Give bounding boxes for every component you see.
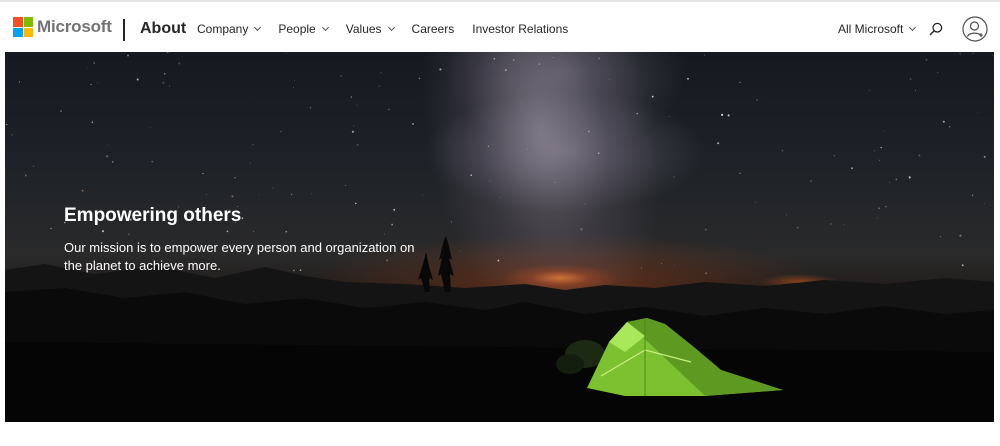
landscape-illustration bbox=[5, 236, 994, 422]
chevron-down-icon bbox=[387, 23, 395, 32]
account-avatar-icon[interactable] bbox=[962, 16, 988, 42]
logo-square-blue bbox=[13, 27, 23, 37]
nav-item-careers[interactable]: Careers bbox=[412, 22, 455, 36]
nav-item-investor-relations[interactable]: Investor Relations bbox=[472, 22, 568, 36]
nav-item-label: Investor Relations bbox=[472, 22, 569, 36]
nav-item-label: Company bbox=[197, 22, 249, 36]
chevron-down-icon bbox=[909, 23, 917, 32]
nav-item-company[interactable]: Company bbox=[197, 22, 262, 36]
page-bottom bbox=[0, 422, 1000, 446]
brand-name: Microsoft bbox=[37, 17, 112, 36]
hero-banner: Empowering others Our mission is to empo… bbox=[5, 52, 994, 422]
search-icon[interactable] bbox=[929, 22, 943, 36]
header-divider bbox=[123, 19, 125, 41]
logo-square-red bbox=[13, 17, 23, 27]
hero-mission-text: Our mission is to empower every person a… bbox=[64, 240, 415, 273]
section-title-link[interactable]: About bbox=[140, 20, 186, 38]
nav-item-label: Careers bbox=[411, 22, 455, 36]
microsoft-logo-icon bbox=[13, 17, 33, 37]
microsoft-logo[interactable]: Microsoft bbox=[13, 17, 112, 37]
site-header: Microsoft About Company People Values Ca… bbox=[0, 2, 1000, 52]
nav-item-values[interactable]: Values bbox=[345, 22, 395, 36]
chevron-down-icon bbox=[254, 23, 262, 32]
logo-square-green bbox=[23, 17, 33, 27]
nav-item-label: Values bbox=[345, 22, 382, 36]
nav-item-label: People bbox=[278, 22, 316, 36]
nav-item-people[interactable]: People bbox=[278, 22, 329, 36]
hero-title: Empowering others bbox=[64, 205, 242, 226]
all-microsoft-menu[interactable]: All Microsoft bbox=[838, 22, 917, 36]
main-nav: Company People Values Careers Investor R… bbox=[197, 22, 586, 36]
logo-square-yellow bbox=[23, 27, 33, 37]
chevron-down-icon bbox=[321, 23, 329, 32]
all-microsoft-label: All Microsoft bbox=[838, 22, 904, 36]
